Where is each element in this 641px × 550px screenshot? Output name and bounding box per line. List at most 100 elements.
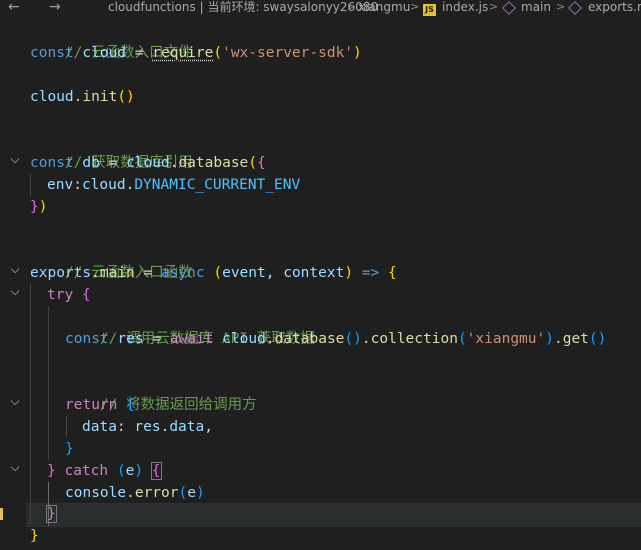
bracket: { — [81, 287, 91, 303]
function-call: database — [274, 331, 345, 347]
identifier: res — [134, 419, 161, 435]
fold-chevron-icon[interactable]: ⌵ — [9, 394, 21, 409]
bracket: ( — [116, 463, 126, 479]
breadcrumb-file[interactable]: index.js — [442, 0, 488, 14]
function-call: database — [178, 155, 249, 171]
code-line-current[interactable]: } — [46, 503, 57, 525]
operator: = — [134, 45, 144, 61]
bracket: { — [388, 265, 397, 281]
punctuation: . — [553, 331, 563, 347]
code-line[interactable]: const db = cloud.database({ — [30, 152, 266, 174]
method-cube-icon — [568, 0, 582, 16]
punctuation: , — [204, 419, 213, 435]
bracket: () — [588, 331, 607, 347]
fold-chevron-icon[interactable]: ⌵ — [9, 284, 21, 299]
punctuation: : — [116, 419, 126, 435]
method-cube-icon — [502, 0, 516, 16]
code-line[interactable]: }) — [30, 196, 47, 218]
bracket: { — [126, 397, 135, 413]
code-line[interactable]: try { — [47, 284, 91, 306]
bracket: } — [65, 441, 74, 457]
matched-bracket: { — [150, 462, 162, 480]
bracket: ) — [353, 45, 362, 61]
breadcrumb-folder[interactable]: cloudfunctions | 当前环境: swaysalonyy26080 — [108, 0, 378, 14]
fold-chevron-icon[interactable]: ⌵ — [9, 460, 21, 475]
identifier: db — [82, 155, 100, 171]
operator: => — [361, 265, 380, 281]
bracket: } — [47, 463, 56, 479]
breadcrumb-symbol-exports[interactable]: exports.m — [588, 0, 641, 14]
back-arrow-icon[interactable]: ← — [8, 0, 20, 14]
forward-arrow-icon[interactable]: → — [49, 0, 61, 14]
fold-chevron-icon[interactable]: ⌵ — [9, 262, 21, 277]
breadcrumb-symbol-main[interactable]: main — [521, 0, 551, 14]
code-line[interactable]: } — [65, 438, 74, 460]
code-line[interactable]: // 将数据返回给调用方 — [65, 372, 257, 413]
code-line[interactable]: const cloud = require('wx-server-sdk') — [30, 42, 362, 64]
breadcrumb-subfolder[interactable]: xiangmu — [358, 0, 410, 14]
identifier: exports — [30, 265, 92, 281]
string-literal: 'xiangmu' — [466, 331, 546, 347]
function-call: error — [134, 485, 179, 501]
keyword: const — [65, 331, 109, 347]
breadcrumb-separator: > — [410, 0, 420, 13]
indent-guide — [30, 284, 31, 524]
code-line[interactable]: // 云函数入口函数 — [30, 240, 193, 281]
function-call: init — [82, 89, 118, 105]
code-line[interactable]: // 调用云数据库 API 获取数据 — [65, 306, 315, 347]
identifier: cloud — [82, 45, 127, 61]
bracket: } — [30, 528, 39, 544]
code-line[interactable]: // 云函数入口文件 — [30, 20, 193, 61]
code-line[interactable]: cloud.init() — [30, 86, 135, 108]
breadcrumb-separator: > — [489, 0, 499, 13]
js-file-icon: JS — [423, 1, 436, 16]
bracket: ) — [545, 331, 554, 347]
matched-bracket: } — [46, 505, 57, 523]
keyword: async — [160, 265, 205, 281]
property-key: data — [82, 419, 117, 435]
bracket: { — [257, 155, 266, 171]
string-literal: 'wx-server-sdk' — [222, 45, 354, 61]
property-access: data — [169, 419, 205, 435]
breadcrumb-separator: > — [556, 0, 566, 13]
bracket: ( — [213, 45, 223, 61]
code-line[interactable]: console.error(e) — [65, 482, 205, 504]
bracket: ( — [248, 155, 258, 171]
code-editor[interactable]: ← → cloudfunctions | 当前环境: swaysalonyy26… — [0, 0, 641, 550]
bracket: } — [30, 199, 39, 215]
code-line[interactable]: return { — [65, 394, 135, 416]
identifier: cloud — [81, 177, 126, 193]
property-key: env — [47, 177, 74, 193]
constant: DYNAMIC_CURRENT_ENV — [134, 177, 301, 193]
identifier: res — [117, 331, 144, 347]
punctuation: . — [126, 485, 135, 501]
function-call: require — [152, 45, 214, 61]
identifier: e — [187, 485, 196, 501]
function-name: main — [99, 265, 135, 281]
code-line[interactable]: env:cloud.DYNAMIC_CURRENT_ENV — [47, 174, 300, 196]
current-line-highlight — [26, 503, 641, 527]
function-call: get — [562, 331, 589, 347]
keyword: await — [169, 331, 214, 347]
bracket: () — [117, 89, 135, 105]
indent-guide — [48, 306, 49, 460]
punctuation: . — [265, 331, 275, 347]
bracket: ) — [38, 199, 48, 215]
keyword: catch — [64, 463, 109, 479]
keyword: try — [47, 287, 74, 303]
code-line[interactable]: exports.main = async (event, context) =>… — [30, 262, 397, 284]
code-line[interactable]: // 获取数据库引用 — [30, 130, 193, 171]
fold-chevron-icon[interactable]: ⌵ — [9, 152, 21, 167]
punctuation: : — [73, 177, 82, 193]
punctuation: . — [361, 331, 371, 347]
code-line[interactable]: const res = await cloud.database().colle… — [65, 328, 606, 350]
bracket: ) — [344, 265, 354, 281]
keyword: return — [65, 397, 118, 413]
operator: = — [152, 331, 162, 347]
parameter: event — [222, 265, 266, 281]
identifier: console — [65, 485, 127, 501]
code-line[interactable]: } catch (e) { — [47, 460, 162, 482]
code-line[interactable]: data: res.data, — [82, 416, 213, 438]
identifier: cloud — [126, 155, 170, 171]
code-line[interactable]: } — [30, 525, 39, 547]
